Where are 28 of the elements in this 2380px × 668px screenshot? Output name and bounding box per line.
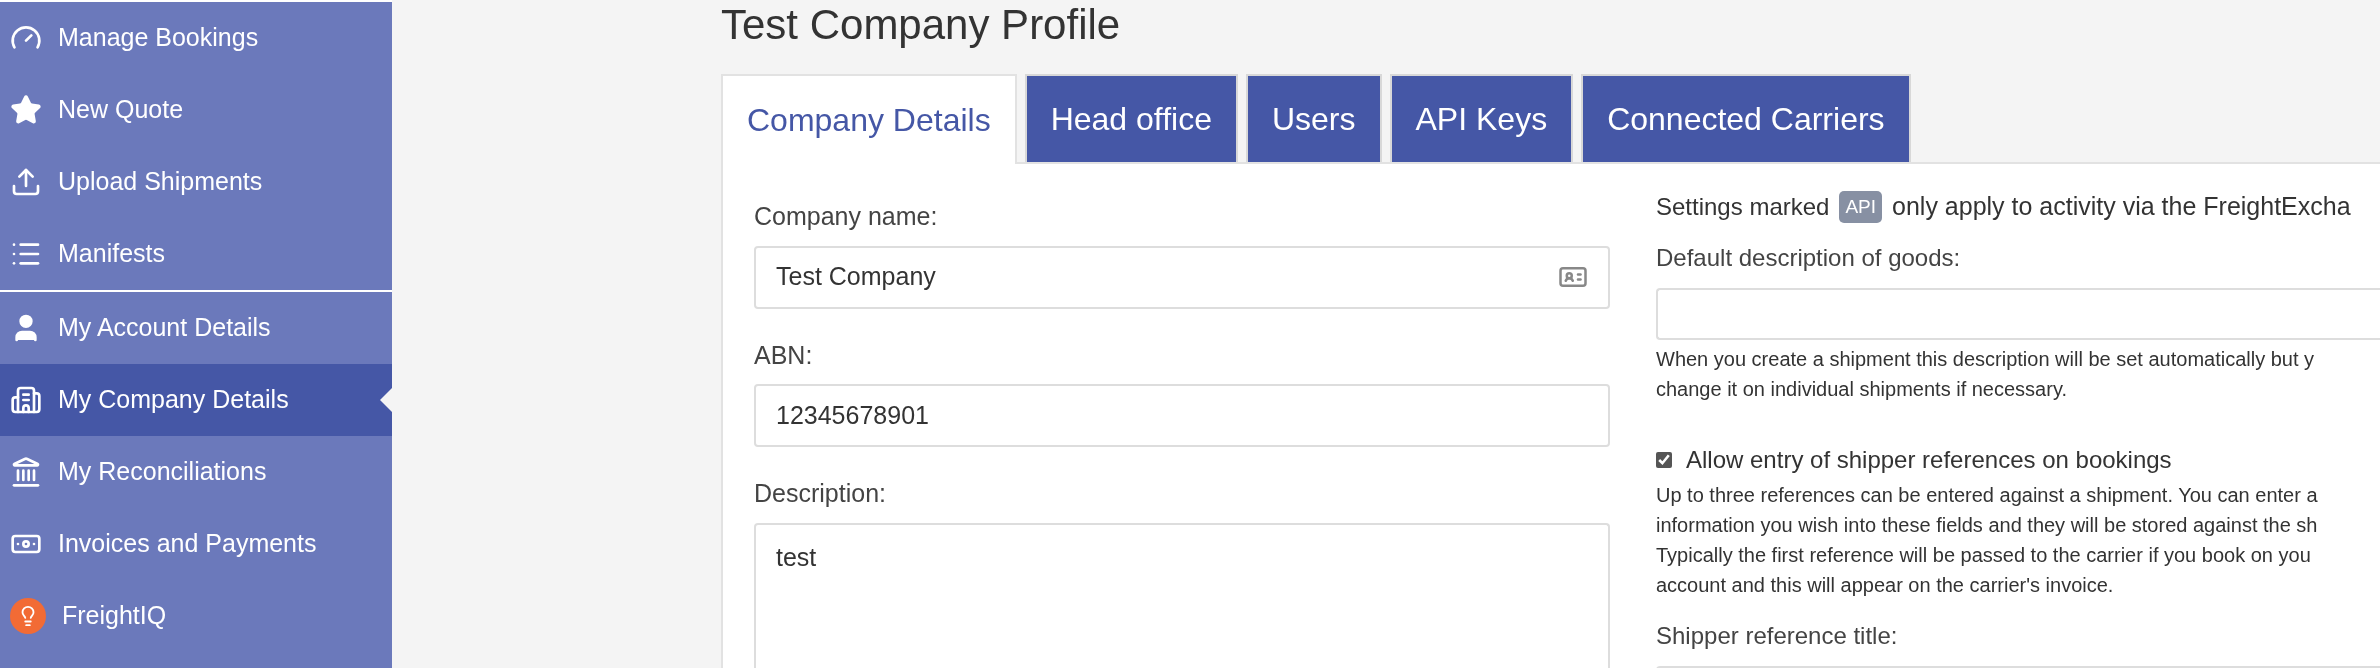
company-name-field[interactable]: Test Company bbox=[754, 245, 1610, 309]
sidebar-item[interactable]: My Company Details bbox=[0, 364, 392, 436]
page-title: Test Company Profile bbox=[721, 4, 1122, 46]
help-text: When you create a shipment this description will be set automatically but y change it on individual shipments if necessary. bbox=[1656, 346, 2316, 402]
tab[interactable]: Company Details bbox=[721, 74, 1017, 164]
upload-icon bbox=[10, 166, 42, 198]
tab[interactable]: Users bbox=[1245, 74, 1382, 162]
field-label: ABN: bbox=[754, 339, 814, 371]
settings-notice: Settings marked bbox=[1656, 191, 1830, 222]
description-field[interactable]: test bbox=[754, 522, 1610, 668]
star-icon bbox=[10, 94, 42, 126]
tab[interactable]: Connected Carriers bbox=[1581, 74, 1911, 162]
field-label: Default description of goods: bbox=[1656, 242, 1962, 273]
default-description-field[interactable] bbox=[1656, 287, 2380, 340]
abn-field[interactable]: 12345678901 bbox=[754, 384, 1610, 447]
tab[interactable]: API Keys bbox=[1389, 74, 1574, 162]
checkbox[interactable] bbox=[1656, 451, 1672, 468]
field-label: Shipper reference title: bbox=[1656, 620, 1899, 651]
settings-notice: only apply to activity via the FreightExcha bbox=[1892, 191, 2351, 222]
field-label: Company name: bbox=[754, 201, 939, 232]
building-icon bbox=[10, 384, 42, 416]
bank-icon bbox=[10, 456, 42, 488]
tab[interactable]: Head office bbox=[1024, 74, 1238, 162]
field-label: Description: bbox=[754, 478, 887, 509]
api-badge: API bbox=[1839, 190, 1883, 223]
help-text: Up to three references can be entered against a shipment. You can enter a information you wish into these fields and they will be stored against the sh Typically the first reference will be passed to the carrier if you book on you account and this will appear on the carrier's invoice. bbox=[1656, 482, 2319, 598]
checkbox-label: Allow entry of shipper references on bookings bbox=[1686, 444, 2172, 475]
lightbulb-icon bbox=[10, 598, 46, 634]
